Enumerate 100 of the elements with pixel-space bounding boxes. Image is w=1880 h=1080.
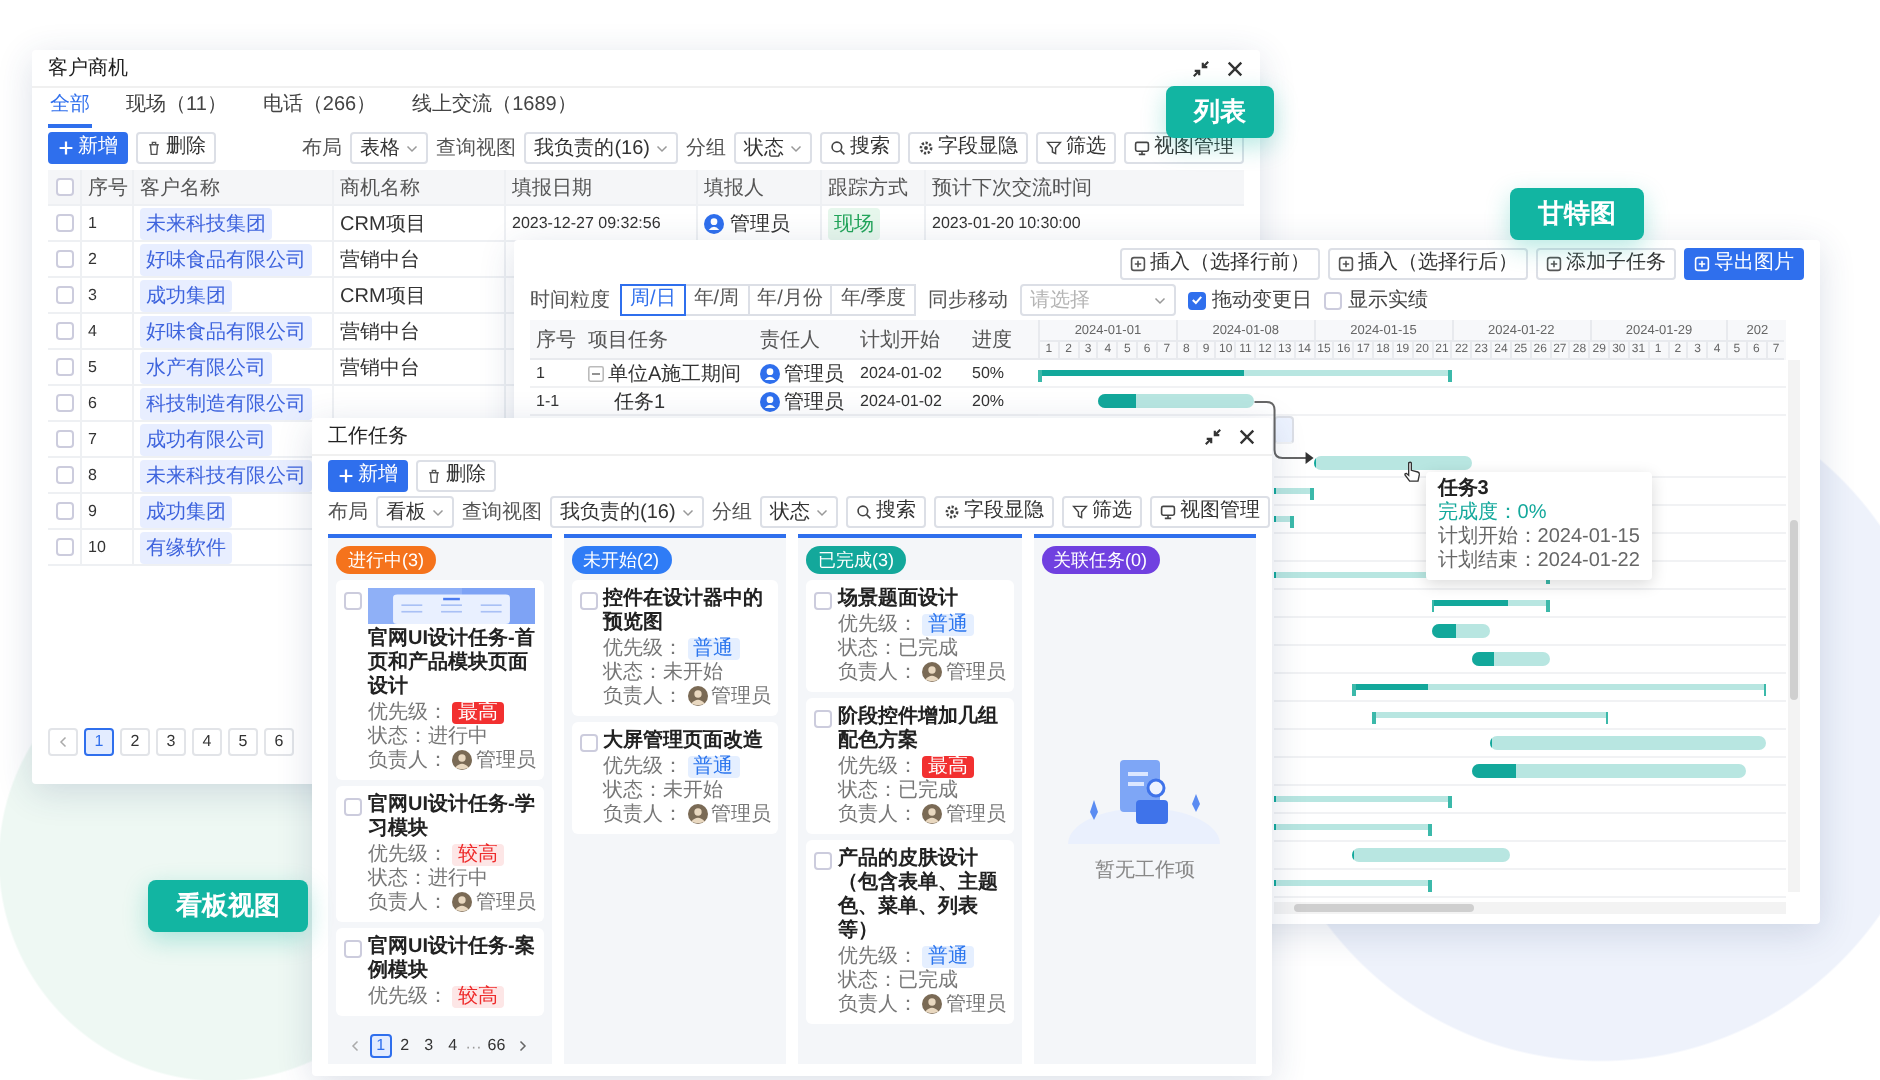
task-bar[interactable]	[1352, 848, 1511, 862]
page-button[interactable]: 4	[441, 1034, 464, 1058]
checkbox[interactable]	[579, 734, 597, 752]
page-button[interactable]: 2	[120, 728, 150, 756]
page-button[interactable]: 1	[369, 1034, 392, 1058]
checkbox[interactable]	[55, 286, 73, 304]
customer-tag[interactable]: 科技制造有限公司	[140, 387, 312, 419]
checkbox[interactable]	[55, 466, 73, 484]
page-button[interactable]: 5	[228, 728, 258, 756]
task-bar[interactable]	[1313, 456, 1472, 470]
tab[interactable]: 现场（11）	[124, 88, 229, 128]
task-bar[interactable]	[1471, 764, 1747, 778]
action-button[interactable]: 插入（选择行前）	[1120, 248, 1320, 280]
fields-button[interactable]: 字段显隐	[908, 132, 1028, 164]
scale-tab[interactable]: 年/周	[683, 284, 750, 316]
checkbox[interactable]	[55, 250, 73, 268]
page-button[interactable]: 6	[264, 728, 294, 756]
collapse-toggle-icon[interactable]	[588, 365, 604, 381]
customer-tag[interactable]: 有缘软件	[140, 531, 232, 563]
action-button[interactable]: 导出图片	[1684, 248, 1804, 280]
checkbox[interactable]	[55, 430, 73, 448]
add-button[interactable]: 新增	[48, 132, 128, 164]
page-button[interactable]: 3	[417, 1034, 440, 1058]
checkbox[interactable]	[55, 214, 73, 232]
summary-bar[interactable]	[1274, 796, 1452, 802]
summary-bar[interactable]	[1274, 572, 1550, 578]
customer-tag[interactable]: 未来科技集团	[140, 207, 272, 239]
customer-tag[interactable]: 未来科技有限公司	[140, 459, 312, 491]
delete-button[interactable]: 删除	[136, 132, 216, 164]
tab[interactable]: 电话（266）	[260, 88, 379, 128]
page-button[interactable]: 2	[393, 1034, 416, 1058]
summary-bar[interactable]	[1431, 600, 1550, 606]
filter-button[interactable]: 筛选	[1061, 496, 1142, 528]
close-icon[interactable]	[1226, 59, 1244, 77]
checkbox[interactable]	[55, 538, 73, 556]
select-field[interactable]: 我负责的(16)	[524, 132, 678, 164]
task-card[interactable]: 官网UI设计任务-案例模块 优先级： 较高	[336, 928, 543, 1016]
checkbox[interactable]	[344, 592, 362, 610]
action-button[interactable]: 添加子任务	[1536, 248, 1676, 280]
views-button[interactable]: 视图管理	[1149, 496, 1270, 528]
collapse-icon[interactable]	[1192, 59, 1210, 77]
task-card[interactable]: 控件在设计器中的预览图 优先级： 普通 状态：未开始 负责人： 管理员	[571, 580, 778, 716]
customer-tag[interactable]: 好味食品有限公司	[140, 315, 312, 347]
task-card[interactable]: 阶段控件增加几组配色方案 优先级： 最高 状态：已完成 负责人： 管理员	[806, 698, 1013, 834]
action-button[interactable]: 插入（选择行后）	[1328, 248, 1528, 280]
search-button[interactable]: 搜索	[820, 132, 900, 164]
tab[interactable]: 全部	[48, 88, 92, 128]
checkbox[interactable]	[55, 502, 73, 520]
tab[interactable]: 线上交流（1689）	[410, 88, 579, 128]
summary-bar[interactable]	[1274, 488, 1314, 494]
delete-button[interactable]: 删除	[416, 460, 496, 492]
filter-button[interactable]: 筛选	[1036, 132, 1116, 164]
select-field[interactable]: 我负责的(16)	[550, 496, 704, 528]
page-button[interactable]: 4	[192, 728, 222, 756]
customer-tag[interactable]: 成功集团	[140, 495, 232, 527]
checkbox[interactable]	[579, 592, 597, 610]
scrollbar[interactable]	[1274, 902, 1786, 914]
page-button[interactable]: 66	[483, 1034, 510, 1058]
customer-tag[interactable]: 成功集团	[140, 279, 232, 311]
task-card[interactable]: 场景题面设计 优先级： 普通 状态：已完成 负责人： 管理员	[806, 580, 1013, 692]
task-bar[interactable]	[1431, 624, 1491, 638]
search-button[interactable]: 搜索	[845, 496, 926, 528]
task-card[interactable]: 官网UI设计任务-首页和产品模块页面设计 优先级： 最高 状态：进行中 负责人： 管理员	[336, 580, 543, 780]
scale-tab[interactable]: 年/月份	[747, 284, 833, 316]
checkbox[interactable]	[55, 358, 73, 376]
checkbox[interactable]	[814, 852, 832, 870]
fields-button[interactable]: 字段显隐	[933, 496, 1054, 528]
select-field[interactable]: 表格	[350, 132, 429, 164]
customer-tag[interactable]: 水产有限公司	[140, 351, 272, 383]
summary-bar[interactable]	[1352, 684, 1767, 690]
previous-page-button[interactable]	[48, 728, 78, 756]
checkbox[interactable]	[55, 322, 73, 340]
checkbox[interactable]	[344, 798, 362, 816]
select-field[interactable]: 状态	[734, 132, 812, 164]
add-button[interactable]: 新增	[328, 460, 408, 492]
task-card[interactable]: 大屏管理页面改造 优先级： 普通 状态：未开始 负责人： 管理员	[571, 722, 778, 834]
checkbox[interactable]	[814, 592, 832, 610]
page-button[interactable]: 3	[156, 728, 186, 756]
task-card[interactable]: 官网UI设计任务-学习模块 优先级： 较高 状态：进行中 负责人： 管理员	[336, 786, 543, 922]
summary-bar[interactable]	[1274, 516, 1294, 522]
highlighted-row[interactable]	[1274, 416, 1294, 444]
customer-tag[interactable]: 成功有限公司	[140, 423, 272, 455]
task-bar[interactable]	[1471, 652, 1550, 666]
task-card[interactable]: 产品的皮肤设计（包含表单、主题色、菜单、列表等） 优先级： 普通 状态：已完成 负责人： 管理员	[806, 840, 1013, 1024]
customer-tag[interactable]: 好味食品有限公司	[140, 243, 312, 275]
option-checkbox[interactable]: 显示实绩	[1324, 286, 1429, 314]
summary-bar[interactable]	[1038, 370, 1452, 376]
checkbox[interactable]	[55, 178, 73, 196]
page-button[interactable]: 1	[84, 728, 114, 756]
scale-tab[interactable]: 年/季度	[830, 284, 917, 316]
task-bar[interactable]	[1097, 394, 1255, 408]
summary-bar[interactable]	[1274, 880, 1432, 886]
checkbox[interactable]	[55, 394, 73, 412]
checkbox[interactable]	[344, 940, 362, 958]
scale-tab[interactable]: 周/日	[620, 284, 686, 316]
checkbox[interactable]	[814, 710, 832, 728]
select-field[interactable]: 状态	[759, 496, 838, 528]
option-checkbox[interactable]: 拖动变更日	[1188, 286, 1313, 314]
collapse-icon[interactable]	[1204, 427, 1222, 445]
select-field[interactable]: 看板	[376, 496, 454, 528]
